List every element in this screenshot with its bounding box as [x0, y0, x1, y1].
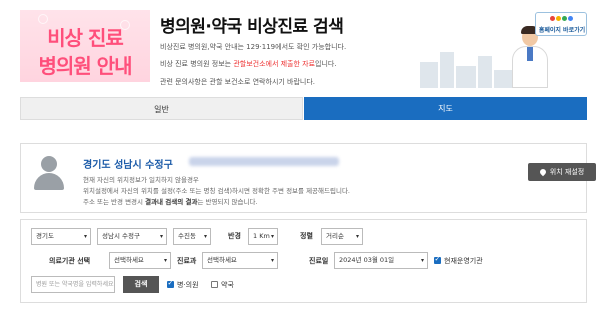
search-button[interactable]: 검색 [123, 276, 159, 293]
homepage-button-label: 홈페이지 바로가기 [538, 27, 586, 34]
radius-label: 반경 [228, 232, 241, 240]
open-now-checkbox[interactable] [434, 255, 441, 264]
chevron-down-icon: ▾ [420, 257, 424, 264]
chevron-down-icon: ▾ [163, 257, 167, 264]
reset-location-button[interactable]: 위치 재설정 [528, 163, 596, 181]
location-notice-line3: 주소 또는 반경 변경시 결과내 검색의 결과는 반영되지 않습니다. [83, 198, 258, 206]
date-label: 진료일 [309, 257, 329, 265]
hospital-label: 병·의원 [177, 281, 199, 289]
location-name: 경기도 성남시 수정구 [83, 160, 173, 171]
user-icon [32, 156, 66, 190]
tab-general[interactable]: 일반 [20, 97, 303, 120]
homepage-button[interactable]: 홈페이지 바로가기 [535, 12, 587, 36]
map-pin-icon [538, 167, 548, 177]
pharmacy-checkbox[interactable] [211, 281, 218, 288]
banner-line2: 병의원 안내 [38, 54, 133, 78]
dong-select[interactable]: 수진동 ▾ [173, 228, 211, 245]
sort-select[interactable]: 거리순 ▾ [321, 228, 363, 245]
location-notice-line1: 현재 자신의 위치정보가 일치하지 않을경우 [83, 176, 199, 184]
page-title: 병의원·약국 비상진료 검색 [160, 17, 344, 37]
department-label: 진료과 [177, 257, 197, 265]
location-notice-line2: 위치설정에서 자신의 위치를 설정(주소 또는 명칭 검색)하시면 정확한 주변… [83, 187, 350, 195]
department-select[interactable]: 선택하세요 ▾ [202, 252, 278, 269]
sido-select[interactable]: 경기도 ▾ [31, 228, 91, 245]
open-now-label: 현재운영기관 [444, 257, 483, 265]
sigungu-select[interactable]: 성남시 수정구 ▾ [97, 228, 167, 245]
description-line3: 관련 문의사항은 관할 보건소로 연락하시기 바랍니다. [160, 78, 316, 86]
banner-line1: 비상 진료 [47, 26, 124, 50]
description-line2: 비상 진료 병의원 정보는 관할보건소에서 제출한 자료입니다. [160, 60, 337, 68]
chevron-down-icon: ▾ [270, 257, 274, 264]
view-tabs: 일반 지도 [20, 97, 587, 120]
chevron-down-icon: ▾ [83, 233, 87, 240]
institution-label: 의료기관 선택 [49, 257, 91, 265]
location-panel: 경기도 성남시 수정구 현재 자신의 위치정보가 일치하지 않을경우 위치설정에… [20, 143, 596, 213]
sort-label: 정렬 [300, 232, 313, 240]
hospital-checkbox[interactable] [167, 279, 174, 288]
logo-icon [550, 15, 574, 23]
chevron-down-icon: ▾ [270, 233, 274, 240]
chevron-down-icon: ▾ [355, 233, 359, 240]
chevron-down-icon: ▾ [203, 233, 207, 240]
radius-select[interactable]: 1 Km ▾ [248, 228, 278, 245]
keyword-input[interactable]: 병원 또는 약국명을 입력하세요 [31, 276, 115, 293]
page-header: 비상 진료 병의원 안내 병의원·약국 비상진료 검색 비상진료 병의원,약국 … [0, 0, 600, 92]
emergency-banner: 비상 진료 병의원 안내 [20, 10, 150, 82]
date-select[interactable]: 2024년 03월 01일 ▾ [334, 252, 428, 269]
blurred-address [189, 157, 339, 166]
description-line1: 비상진료 병의원,약국 안내는 129·119에서도 확인 가능합니다. [160, 43, 347, 51]
pharmacy-label: 약국 [221, 281, 234, 289]
institution-select[interactable]: 선택하세요 ▾ [109, 252, 171, 269]
highlighted-text: 관할보건소에서 제출한 자료 [233, 60, 316, 68]
tab-map[interactable]: 지도 [304, 97, 587, 120]
search-panel: 경기도 ▾ 성남시 수정구 ▾ 수진동 ▾ 반경 1 Km ▾ 정렬 거리순 ▾ 의료기관… [20, 219, 587, 303]
chevron-down-icon: ▾ [159, 233, 163, 240]
